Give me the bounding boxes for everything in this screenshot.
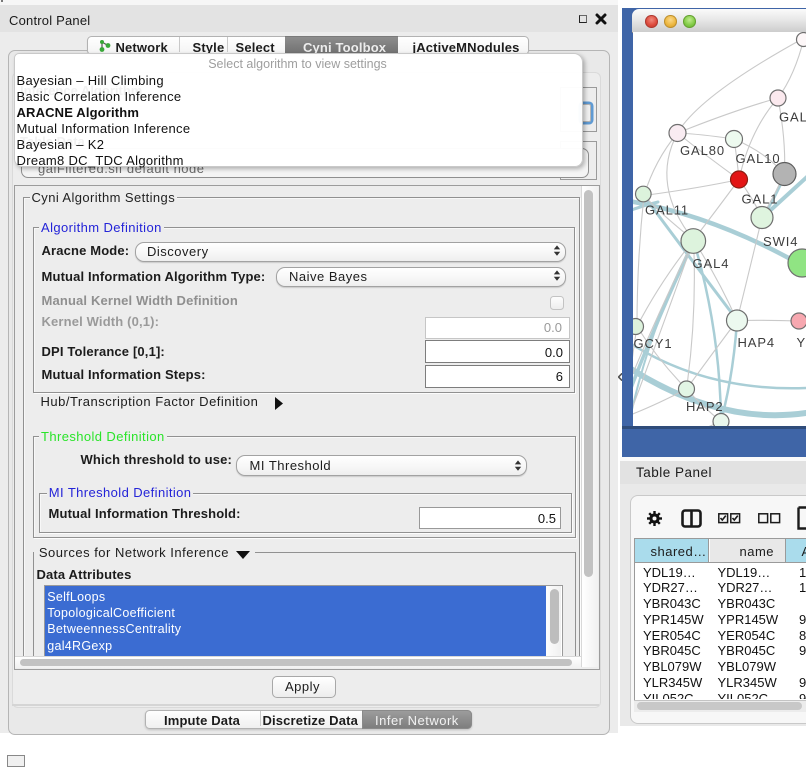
svg-text:GCY1: GCY1	[634, 336, 673, 351]
svg-text:HAP4: HAP4	[738, 335, 776, 350]
svg-text:GAL80: GAL80	[680, 143, 725, 158]
svg-text:GAL4: GAL4	[693, 256, 730, 271]
svg-text:HAP2: HAP2	[686, 399, 724, 414]
svg-text:SWI4: SWI4	[763, 234, 798, 249]
svg-text:GAL11: GAL11	[645, 203, 689, 218]
svg-text:GAL10: GAL10	[736, 151, 781, 166]
svg-text:GAL1: GAL1	[742, 192, 779, 207]
svg-text:YJ: YJ	[797, 335, 806, 350]
svg-text:GAL2: GAL2	[779, 110, 806, 125]
